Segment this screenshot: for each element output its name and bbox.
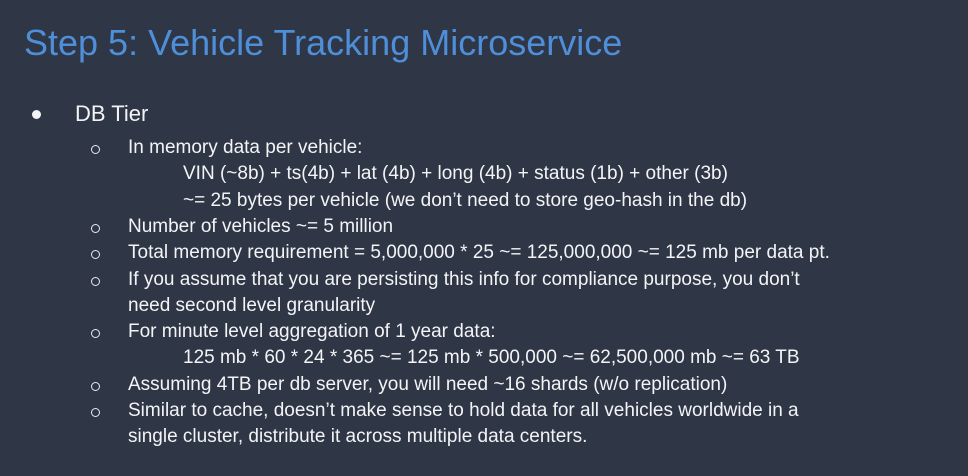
circle-bullet-icon <box>91 250 100 260</box>
list-item: Similar to cache, doesn’t make sense to … <box>128 400 799 421</box>
circle-bullet-icon <box>91 381 100 391</box>
circle-bullet-icon <box>91 145 100 154</box>
list-subitem: VIN (~8b) + ts(4b) + lat (4b) + long (4b… <box>183 163 728 185</box>
circle-bullet-icon <box>91 276 100 286</box>
list-item: If you assume that you are persisting th… <box>128 268 800 290</box>
list-item: In memory data per vehicle: <box>128 137 363 158</box>
section-label: DB Tier <box>75 101 149 126</box>
list-item: For minute level aggregation of 1 year d… <box>128 321 496 343</box>
circle-bullet-icon <box>91 329 100 339</box>
list-item: Assuming 4TB per db server, you will nee… <box>128 373 728 395</box>
section-heading: DB Tier <box>32 101 148 127</box>
slide-title: Step 5: Vehicle Tracking Microservice <box>24 22 623 63</box>
list-item: Number of vehicles ~= 5 million <box>128 215 394 237</box>
list-item-continuation: need second level granularity <box>128 294 376 316</box>
circle-bullet-icon <box>91 223 100 233</box>
list-subitem: ~= 25 bytes per vehicle (we don’t need t… <box>183 189 748 211</box>
circle-bullet-icon <box>91 408 100 417</box>
list-subitem: 125 mb * 60 * 24 * 365 ~= 125 mb * 500,0… <box>183 347 800 369</box>
list-item: Total memory requirement = 5,000,000 * 2… <box>128 242 830 264</box>
bullet-icon <box>32 109 41 119</box>
list-item-continuation: single cluster, distribute it across mul… <box>128 426 588 448</box>
